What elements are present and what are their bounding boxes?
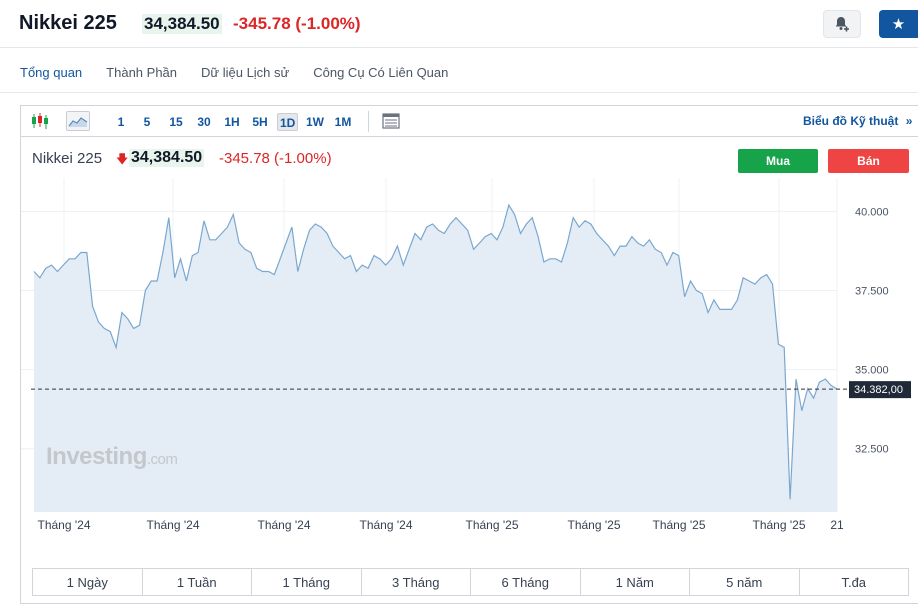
x-tick-label: Tháng '25 — [653, 518, 706, 532]
range-max[interactable]: T.đa — [800, 569, 909, 595]
x-tick-label: Tháng '25 — [568, 518, 621, 532]
last-price: 34,384.50 — [142, 14, 222, 34]
investing-watermark-suffix: .com — [147, 451, 178, 468]
star-icon: ★ — [891, 16, 906, 33]
x-tick-label: Tháng '24 — [360, 518, 413, 532]
tabs-divider — [0, 92, 918, 93]
alert-button[interactable] — [823, 10, 861, 38]
price-chart[interactable]: 32.500 35.000 37.500 40.000 34.382,00 Tháng '… — [21, 106, 918, 566]
range-1-day[interactable]: 1 Ngày — [33, 569, 143, 595]
tab-related-instruments[interactable]: Công Cụ Có Liên Quan — [313, 62, 448, 92]
range-1-year[interactable]: 1 Năm — [581, 569, 690, 595]
range-5-years[interactable]: 5 năm — [690, 569, 800, 595]
x-tick-label: Tháng '24 — [38, 518, 91, 532]
range-6-months[interactable]: 6 Tháng — [471, 569, 581, 595]
range-1-month[interactable]: 1 Tháng — [252, 569, 362, 595]
x-tick-label: Tháng '25 — [466, 518, 519, 532]
x-tick-label: Tháng '25 — [753, 518, 806, 532]
quote-header: Nikkei 225 34,384.50 -345.78 (-1.00%) ★ — [0, 0, 918, 48]
y-tick-label: 40.000 — [855, 206, 889, 218]
tab-historical-data[interactable]: Dữ liệu Lịch sử — [201, 62, 289, 92]
last-value-label: 34.382,00 — [854, 384, 903, 396]
y-tick-label: 35.000 — [855, 365, 889, 377]
price-change: -345.78 (-1.00%) — [233, 14, 361, 33]
x-tick-label: Tháng '24 — [258, 518, 311, 532]
y-tick-label: 37.500 — [855, 285, 889, 297]
tab-components[interactable]: Thành Phần — [106, 62, 177, 92]
range-1-week[interactable]: 1 Tuần — [143, 569, 252, 595]
x-tick-label: 21 — [830, 518, 844, 532]
y-tick-label: 32.500 — [855, 444, 889, 456]
tab-overview[interactable]: Tổng quan — [20, 62, 82, 92]
section-tabs: Tổng quan Thành Phần Dữ liệu Lịch sử Côn… — [20, 62, 472, 92]
bell-plus-icon — [835, 17, 849, 32]
chart-panel: 1 5 15 30 1H 5H 1D 1W 1M Biểu đồ Kỹ thuậ… — [20, 105, 918, 604]
range-3-months[interactable]: 3 Tháng — [362, 569, 471, 595]
watchlist-button[interactable]: ★ — [879, 10, 918, 38]
range-selector: 1 Ngày 1 Tuần 1 Tháng 3 Tháng 6 Tháng 1 … — [32, 568, 909, 596]
instrument-title: Nikkei 225 — [19, 12, 117, 34]
x-tick-label: Tháng '24 — [147, 518, 200, 532]
